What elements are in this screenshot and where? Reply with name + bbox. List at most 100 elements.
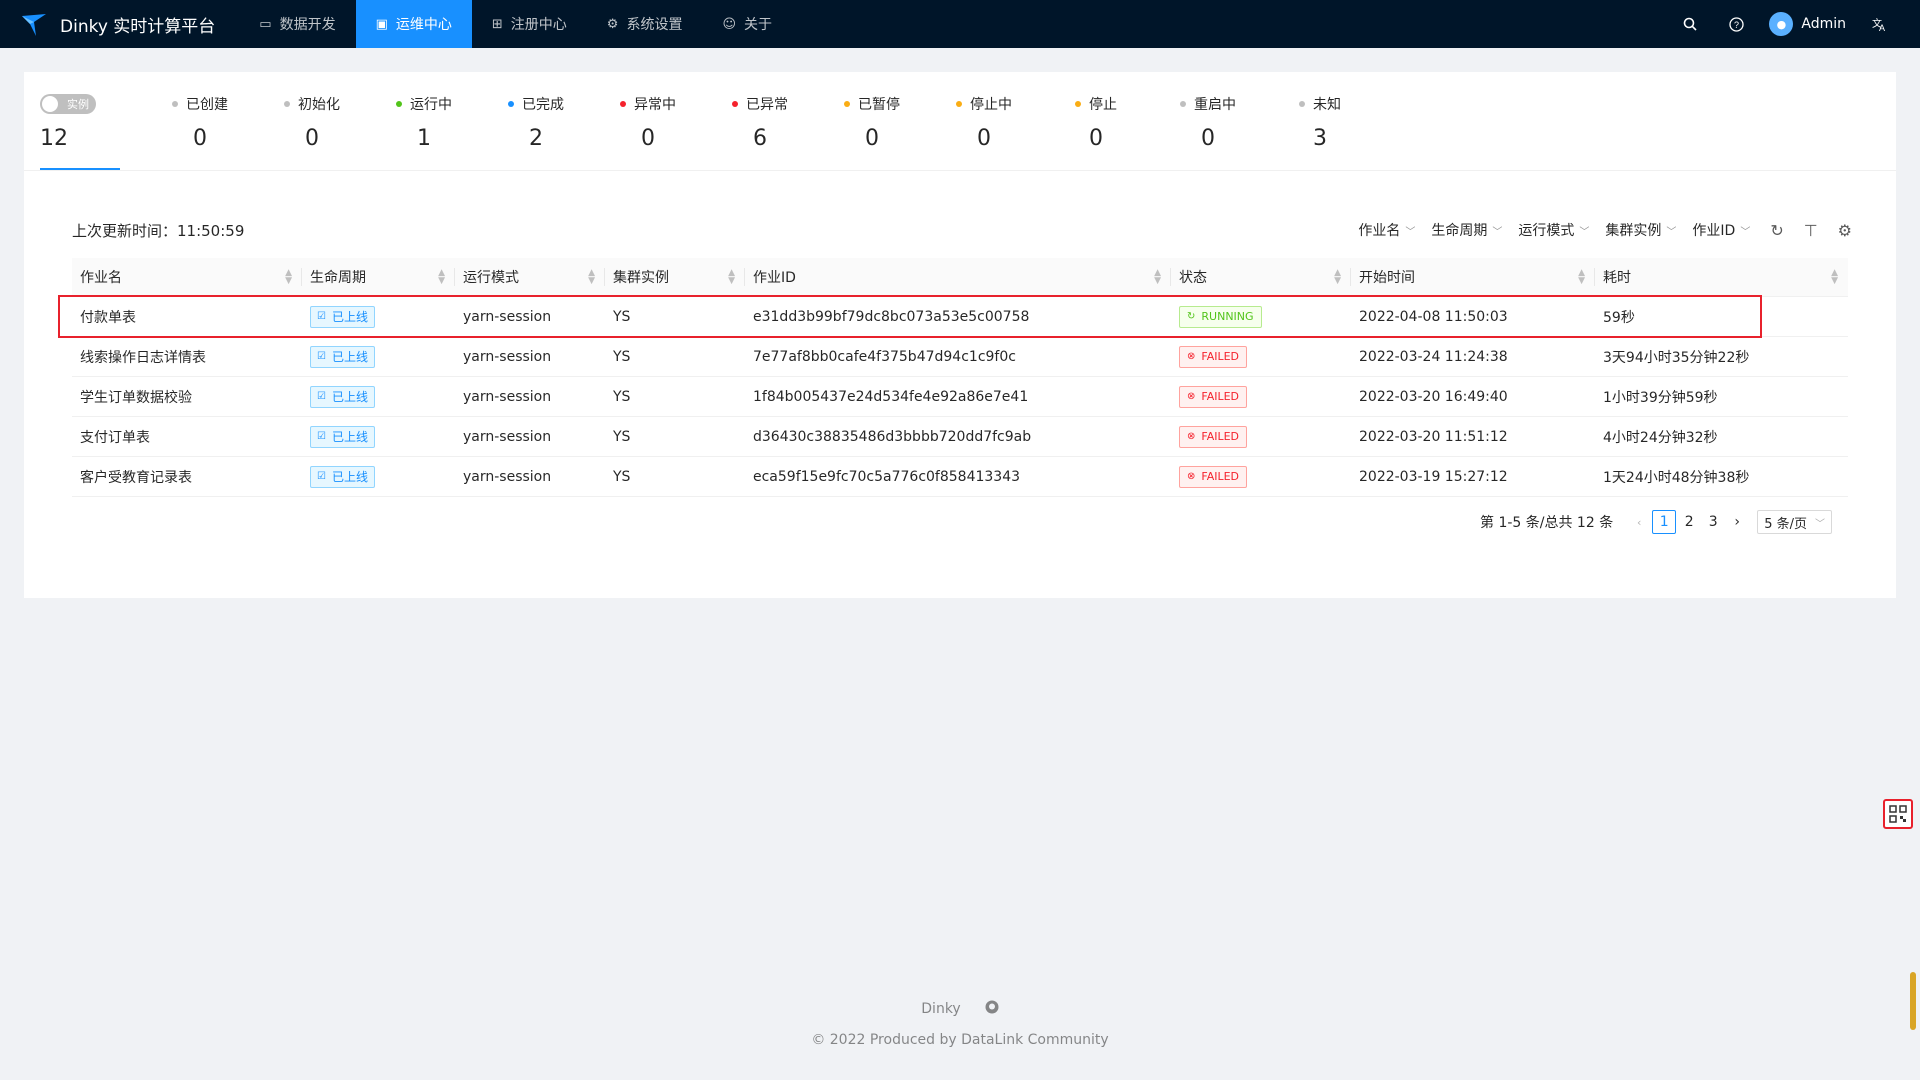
status-label: FAILED (1201, 470, 1240, 483)
page-size-select[interactable]: 5 条/页 ﹀ (1757, 510, 1832, 534)
stat-item[interactable]: 重启中 0 (1152, 72, 1264, 170)
filter-run-mode[interactable]: 运行模式 ﹀ (1518, 220, 1589, 240)
lifecycle-tag: ☑ 已上线 (310, 425, 375, 448)
start-time: 2022-04-08 11:50:03 (1359, 308, 1508, 325)
help-icon[interactable]: ? (1713, 16, 1759, 32)
prev-page-button[interactable]: ‹ (1628, 511, 1650, 533)
table-cell: 4小时24分钟32秒 (1595, 427, 1848, 447)
filter-job-id[interactable]: 作业ID ﹀ (1692, 220, 1750, 240)
page-1[interactable]: 1 (1652, 510, 1677, 534)
stat-item[interactable]: 已完成 2 (480, 72, 592, 170)
search-icon[interactable] (1667, 17, 1713, 31)
status-badge: ↻ RUNNING (1179, 305, 1262, 328)
cluster: YS (613, 308, 631, 325)
table-cell: YS (605, 469, 745, 485)
stat-label-text: 未知 (1313, 97, 1341, 113)
table-cell: ☑ 已上线 (302, 465, 455, 488)
reload-icon[interactable]: ↻ (1770, 221, 1783, 240)
stat-item[interactable]: 异常中 0 (592, 72, 704, 170)
qrcode-icon[interactable] (1883, 799, 1913, 829)
job-id: 7e77af8bb0cafe4f375b47d94c1c9f0c (753, 348, 1016, 365)
stat-item[interactable]: 已暂停 0 (816, 72, 928, 170)
nav-about[interactable]: ☺ 关于 (702, 0, 792, 48)
job-name-link[interactable]: 支付订单表 (80, 430, 150, 446)
sort-icon[interactable]: ▲ ▼ (285, 269, 292, 286)
appstore-icon: ⊞ (491, 16, 503, 32)
translate-icon[interactable]: 文A (1856, 16, 1902, 32)
job-name-link[interactable]: 线索操作日志详情表 (80, 350, 206, 366)
table-row[interactable]: 客户受教育记录表 ☑ 已上线 yarn-session YS eca59f15e9fc70… (72, 457, 1848, 497)
check-square-icon: ☑ (317, 351, 326, 362)
stat-value: 3 (1313, 126, 1327, 151)
setting-icon[interactable]: ⚙ (1838, 221, 1852, 240)
table-cell: 7e77af8bb0cafe4f375b47d94c1c9f0c (745, 349, 1171, 365)
instance-toggle[interactable]: 实例 (40, 94, 96, 114)
stat-label: 停止 (1040, 94, 1152, 114)
column-header[interactable]: 生命周期 ▲ ▼ (302, 258, 455, 296)
lifecycle-tag: ☑ 已上线 (310, 305, 375, 328)
table-row[interactable]: 付款单表 ☑ 已上线 yarn-session YS e31dd3b99bf79dc8bc… (72, 297, 1848, 337)
job-name-link[interactable]: 客户受教育记录表 (80, 470, 192, 486)
column-header[interactable]: 作业ID ▲ ▼ (745, 258, 1171, 296)
job-table: 作业名 ▲ ▼ 生命周期 ▲ ▼ 运行模式 ▲ ▼ 集群实例 ▲ ▼ 作业ID ▲ ▼ 状态 ▲ ▼ 开始时间 ▲ ▼ 耗… (72, 258, 1848, 497)
job-name-link[interactable]: 付款单表 (80, 310, 136, 326)
nav-data-development[interactable]: ▭ 数据开发 (239, 0, 355, 48)
column-header[interactable]: 作业名 ▲ ▼ (72, 258, 302, 296)
stat-item[interactable]: 已创建 0 (144, 72, 256, 170)
sort-icon[interactable]: ▲ ▼ (1578, 269, 1585, 286)
table-cell: 付款单表 (72, 307, 302, 327)
brand[interactable]: Dinky 实时计算平台 (0, 0, 231, 48)
column-header[interactable]: 耗时 ▲ ▼ (1595, 258, 1848, 296)
sort-icon[interactable]: ▲ ▼ (728, 269, 735, 286)
stat-item[interactable]: 未知 3 (1264, 72, 1376, 170)
chevron-down-icon: ﹀ (1740, 226, 1751, 238)
user-menu[interactable]: ● Admin (1769, 12, 1846, 36)
github-icon[interactable] (985, 1000, 999, 1018)
page-scrollbar[interactable] (1910, 972, 1916, 1030)
column-header[interactable]: 状态 ▲ ▼ (1171, 258, 1351, 296)
status-label: FAILED (1201, 430, 1240, 443)
footer-brand-link[interactable]: Dinky (921, 1001, 960, 1017)
nav-ops-center[interactable]: ▣ 运维中心 (355, 0, 472, 48)
sort-icon[interactable]: ▲ ▼ (1831, 269, 1838, 286)
lifecycle-tag: ☑ 已上线 (310, 465, 375, 488)
stat-value: 2 (529, 126, 543, 151)
column-header[interactable]: 运行模式 ▲ ▼ (455, 258, 605, 296)
stat-label-text: 运行中 (410, 97, 452, 113)
table-row[interactable]: 线索操作日志详情表 ☑ 已上线 yarn-session YS 7e77af8bb0caf… (72, 337, 1848, 377)
table-cell: 1小时39分钟59秒 (1595, 387, 1848, 407)
nav-system-settings[interactable]: ⚙ 系统设置 (587, 0, 703, 48)
status-dot-icon (172, 101, 178, 107)
sort-icon[interactable]: ▲ ▼ (1334, 269, 1341, 286)
sort-icon[interactable]: ▲ ▼ (438, 269, 445, 286)
stat-item[interactable]: 初始化 0 (256, 72, 368, 170)
filter-cluster[interactable]: 集群实例 ﹀ (1605, 220, 1676, 240)
column-height-icon[interactable]: ⊤ (1804, 221, 1818, 240)
stat-item[interactable]: 已异常 6 (704, 72, 816, 170)
toggle-knob (42, 96, 58, 112)
lifecycle-label: 已上线 (331, 350, 368, 364)
next-page-button[interactable]: › (1726, 511, 1748, 533)
filter-lifecycle[interactable]: 生命周期 ﹀ (1431, 220, 1502, 240)
table-row[interactable]: 学生订单数据校验 ☑ 已上线 yarn-session YS 1f84b005437e24… (72, 377, 1848, 417)
table-cell: 线索操作日志详情表 (72, 347, 302, 367)
stat-instances-tab[interactable]: 实例 12 (40, 72, 120, 170)
stat-item[interactable]: 停止中 0 (928, 72, 1040, 170)
copyright: © 2022 Produced by DataLink Community (811, 1032, 1109, 1048)
table-cell: yarn-session (455, 349, 605, 365)
job-name-link[interactable]: 学生订单数据校验 (80, 390, 192, 406)
stat-item[interactable]: 停止 0 (1040, 72, 1152, 170)
page-3[interactable]: 3 (1702, 511, 1724, 533)
sync-icon: ↻ (1187, 311, 1196, 322)
dashboard-icon: ▣ (375, 16, 388, 32)
filter-job-name[interactable]: 作业名 ﹀ (1358, 220, 1415, 240)
sort-icon[interactable]: ▲ ▼ (1154, 269, 1161, 286)
column-header[interactable]: 开始时间 ▲ ▼ (1351, 258, 1595, 296)
page-2[interactable]: 2 (1678, 511, 1700, 533)
nav-registry-center[interactable]: ⊞ 注册中心 (472, 0, 587, 48)
stat-label-text: 已异常 (746, 97, 788, 113)
sort-icon[interactable]: ▲ ▼ (588, 269, 595, 286)
stat-item[interactable]: 运行中 1 (368, 72, 480, 170)
column-header[interactable]: 集群实例 ▲ ▼ (605, 258, 745, 296)
table-row[interactable]: 支付订单表 ☑ 已上线 yarn-session YS d36430c38835486d3… (72, 417, 1848, 457)
